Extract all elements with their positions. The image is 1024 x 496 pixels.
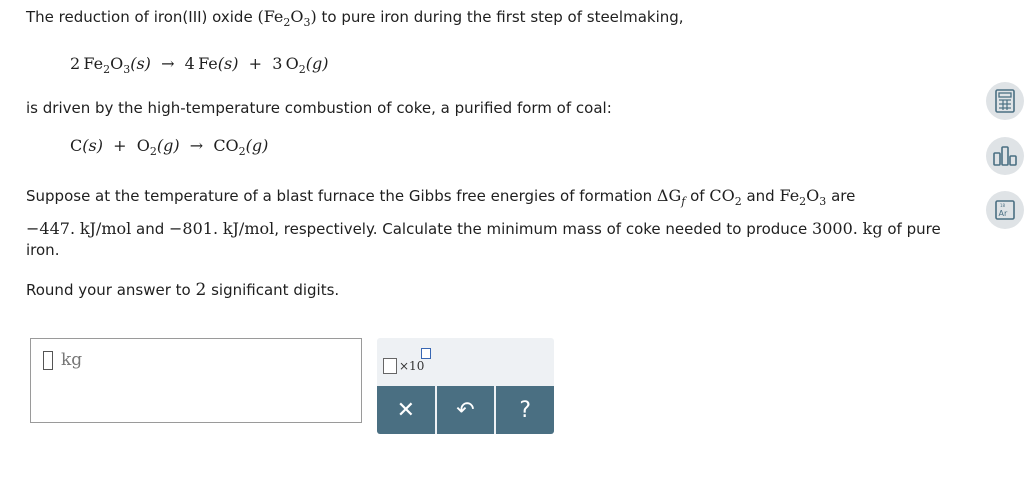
close-icon: ✕: [396, 397, 416, 423]
intro-text: The reduction of iron(III) oxide (Fe2O3)…: [26, 7, 684, 29]
rounding-instruction: Round your answer to 2 significant digit…: [26, 280, 340, 300]
help-button[interactable]: ?: [496, 386, 555, 434]
bar-chart-icon: [993, 146, 1017, 166]
gibbs-text-line-1: Suppose at the temperature of a blast fu…: [26, 186, 856, 208]
intro-text-end: to pure iron during the first step of st…: [316, 8, 684, 26]
periodic-label: Ar: [999, 209, 1008, 218]
calculator-icon: [995, 89, 1015, 113]
action-buttons: ✕ ↶ ?: [377, 386, 555, 434]
answer-unit: kg: [61, 350, 83, 370]
undo-icon: ↶: [456, 397, 475, 423]
mantissa-box: [383, 358, 397, 374]
svg-text:18: 18: [1000, 203, 1006, 208]
periodic-table-icon: 18 Ar: [995, 200, 1015, 220]
help-icon: ?: [519, 397, 532, 423]
formula-fe2o3: (Fe2O3): [257, 7, 317, 29]
gibbs-text-line-3: iron.: [26, 241, 60, 259]
math-tool-panel: ×10 ✕ ↶ ?: [377, 338, 555, 434]
reaction-equation-2: C(s) + O2(g) → CO2(g): [70, 136, 269, 158]
coke-combustion-text: is driven by the high-temperature combus…: [26, 99, 612, 117]
answer-box[interactable]: kg: [30, 338, 362, 423]
answer-input[interactable]: [43, 351, 53, 370]
periodic-table-button[interactable]: 18 Ar: [986, 191, 1024, 229]
scientific-notation-button[interactable]: ×10: [383, 348, 431, 382]
clear-button[interactable]: ✕: [377, 386, 437, 434]
calculator-button[interactable]: [986, 82, 1024, 120]
undo-button[interactable]: ↶: [436, 386, 497, 434]
intro-text-start: The reduction of iron(III) oxide: [26, 8, 258, 26]
gibbs-text-line-2: −447. kJ/mol and −801. kJ/mol, respectiv…: [26, 219, 941, 238]
reaction-equation-1: 2 Fe2O3(s) → 4 Fe(s) + 3 O2(g): [70, 54, 329, 76]
exponent-box: [421, 348, 431, 359]
data-chart-button[interactable]: [986, 137, 1024, 175]
times-ten-label: ×10: [399, 359, 425, 373]
